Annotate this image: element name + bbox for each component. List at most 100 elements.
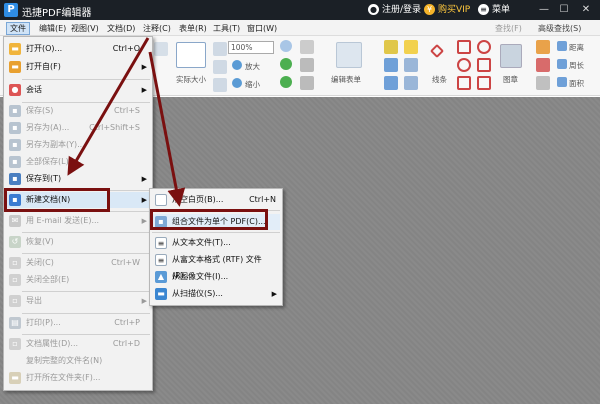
area-label[interactable]: 面积 xyxy=(569,78,584,89)
minimize-button[interactable]: — xyxy=(536,2,552,18)
fit-width-icon[interactable] xyxy=(213,60,227,74)
menu-item-restore[interactable]: ↺ 恢复(V) xyxy=(6,234,150,250)
menu-item-open[interactable]: ▬ 打开(O)... Ctrl+O xyxy=(6,41,150,57)
file-menu: ▬ 打开(O)... Ctrl+O ▬ 打开自(F) ▶ ● 会话 ▶ ▪ 保存(S) Ctrl… xyxy=(3,36,153,391)
pencil-icon[interactable] xyxy=(477,76,491,90)
menu-item-save-to[interactable]: ▪ 保存到(T) ▶ xyxy=(6,171,150,187)
menu-item-copy-filename[interactable]: 复制完整的文件名(N) xyxy=(6,353,150,369)
menu-item-save-all[interactable]: ▪ 全部保存(L) xyxy=(6,154,150,170)
menu-comment[interactable]: 注释(C) xyxy=(140,22,174,35)
text-file-icon: ≡ xyxy=(155,237,167,249)
submenu-item-blank-page[interactable]: 从空白页(B)... Ctrl+N xyxy=(152,192,280,208)
polygon-icon[interactable] xyxy=(457,76,471,90)
menu-item-email[interactable]: ✉ 用 E-mail 发送(E)... ▶ xyxy=(6,213,150,229)
line-icon[interactable] xyxy=(429,43,445,59)
fit-page-icon[interactable] xyxy=(213,42,227,56)
rotate-icon[interactable] xyxy=(280,58,292,70)
zoom-in-icon[interactable] xyxy=(232,60,242,70)
hand-tool-icon[interactable] xyxy=(154,42,168,56)
sound-icon[interactable] xyxy=(404,76,418,90)
find-button[interactable]: 查找(F) xyxy=(495,22,522,35)
save-to-icon: ▪ xyxy=(9,173,21,185)
menu-edit[interactable]: 编辑(E) xyxy=(36,22,69,35)
distance-label[interactable]: 距离 xyxy=(569,42,584,53)
close-button[interactable]: ✕ xyxy=(578,2,594,18)
zoom-in-label[interactable]: 放大 xyxy=(245,61,260,72)
menu-form[interactable]: 表单(R) xyxy=(176,22,210,35)
menu-file[interactable]: 文件 xyxy=(6,22,30,35)
stamp-icon[interactable] xyxy=(500,44,522,68)
highlighter-icon[interactable] xyxy=(536,40,550,54)
callout-icon[interactable] xyxy=(384,76,398,90)
menu-item-close-all[interactable]: ▫ 关闭全部(E) xyxy=(6,272,150,288)
rectangle-icon[interactable] xyxy=(457,40,471,54)
menu-item-save-as[interactable]: ▪ 另存为(A)... Ctrl+Shift+S xyxy=(6,120,150,136)
menu-bar: 文件 编辑(E) 视图(V) 文档(D) 注释(C) 表单(R) 工具(T) 窗… xyxy=(0,20,600,36)
menu-item-session[interactable]: ● 会话 ▶ xyxy=(6,82,150,98)
zoom-out-label[interactable]: 缩小 xyxy=(245,79,260,90)
note-icon[interactable] xyxy=(404,40,418,54)
folder-icon: ▬ xyxy=(9,61,21,73)
submenu-item-from-text[interactable]: ≡ 从文本文件(T)... xyxy=(152,235,280,251)
separator xyxy=(152,232,280,233)
area-icon[interactable] xyxy=(557,77,567,87)
buy-vip-button[interactable]: ¥ 购买VIP xyxy=(424,2,470,18)
submenu-item-from-scanner[interactable]: ▬ 从扫描仪(S)... ▶ xyxy=(152,286,280,302)
select-icon[interactable] xyxy=(300,40,314,54)
menu-item-close[interactable]: ▫ 关闭(C) Ctrl+W xyxy=(6,255,150,271)
account-button[interactable]: ● 注册/登录 xyxy=(368,2,421,18)
eraser-icon[interactable] xyxy=(536,58,550,72)
menu-item-properties[interactable]: ▫ 文档属性(D)... Ctrl+D xyxy=(6,336,150,352)
close-all-icon: ▫ xyxy=(9,274,21,286)
advanced-find-button[interactable]: 高级查找(S) xyxy=(538,22,581,35)
edit-form-label[interactable]: 编辑表单 xyxy=(331,74,361,85)
menu-item-save[interactable]: ▪ 保存(S) Ctrl+S xyxy=(6,103,150,119)
underline-icon[interactable] xyxy=(536,76,550,90)
zoom-select[interactable]: 100% xyxy=(228,41,274,54)
zoom-out-icon[interactable] xyxy=(232,78,242,88)
save-all-icon: ▪ xyxy=(9,156,21,168)
actual-size-label[interactable]: 实际大小 xyxy=(176,74,206,85)
fit-visible-icon[interactable] xyxy=(213,78,227,92)
submenu-arrow-icon: ▶ xyxy=(141,63,147,71)
lines-label[interactable]: 线条 xyxy=(432,74,447,85)
polyline-icon[interactable] xyxy=(477,58,491,72)
stamp-label[interactable]: 图章 xyxy=(503,74,518,85)
menu-document[interactable]: 文档(D) xyxy=(104,22,138,35)
actual-size-icon[interactable] xyxy=(176,42,206,68)
maximize-button[interactable]: ☐ xyxy=(556,2,572,18)
menu-tools[interactable]: 工具(T) xyxy=(210,22,243,35)
rotate-back-icon[interactable] xyxy=(280,76,292,88)
ellipse-icon[interactable] xyxy=(457,58,471,72)
menu-view[interactable]: 视图(V) xyxy=(68,22,102,35)
restore-icon: ↺ xyxy=(9,236,21,248)
textbox-icon[interactable] xyxy=(384,58,398,72)
text-tool-icon[interactable] xyxy=(384,40,398,54)
user-icon: ● xyxy=(368,4,379,15)
distance-icon[interactable] xyxy=(557,41,567,51)
app-title: 迅捷PDF编辑器 xyxy=(22,8,92,19)
menu-item-open-folder[interactable]: ▬ 打开所在文件夹(F)... xyxy=(6,370,150,386)
zoom-plus-icon[interactable] xyxy=(280,40,292,52)
cloud-icon[interactable] xyxy=(477,40,491,54)
main-menu-button[interactable]: ≡ 菜单 xyxy=(478,2,510,18)
account-label: 注册/登录 xyxy=(382,5,422,15)
menu-item-save-copy[interactable]: ▪ 另存为副本(Y)... xyxy=(6,137,150,153)
properties-icon: ▫ xyxy=(9,338,21,350)
submenu-item-from-rtf[interactable]: ≡ 从富文本格式 (RTF) 文件(R)... xyxy=(152,252,280,280)
checkbox-tool-icon[interactable] xyxy=(300,76,314,90)
edit-form-icon[interactable] xyxy=(336,42,362,68)
menu-item-export[interactable]: ▫ 导出 ▶ xyxy=(6,293,150,309)
separator xyxy=(22,253,150,254)
menu-item-open-from[interactable]: ▬ 打开自(F) ▶ xyxy=(6,59,150,75)
title-bar: P 迅捷PDF编辑器 ● 注册/登录 ¥ 购买VIP ≡ 菜单 — ☐ ✕ xyxy=(0,0,600,20)
menu-window[interactable]: 窗口(W) xyxy=(244,22,280,35)
attachment-icon[interactable] xyxy=(404,58,418,72)
perimeter-icon[interactable] xyxy=(557,59,567,69)
highlight-combine-files xyxy=(150,209,268,230)
typewriter-icon[interactable] xyxy=(300,58,314,72)
menu-item-print[interactable]: ▤ 打印(P)... Ctrl+P xyxy=(6,315,150,331)
submenu-item-from-image[interactable]: ▲ 从图像文件(I)... xyxy=(152,269,280,285)
separator xyxy=(22,313,150,314)
perimeter-label[interactable]: 周长 xyxy=(569,60,584,71)
